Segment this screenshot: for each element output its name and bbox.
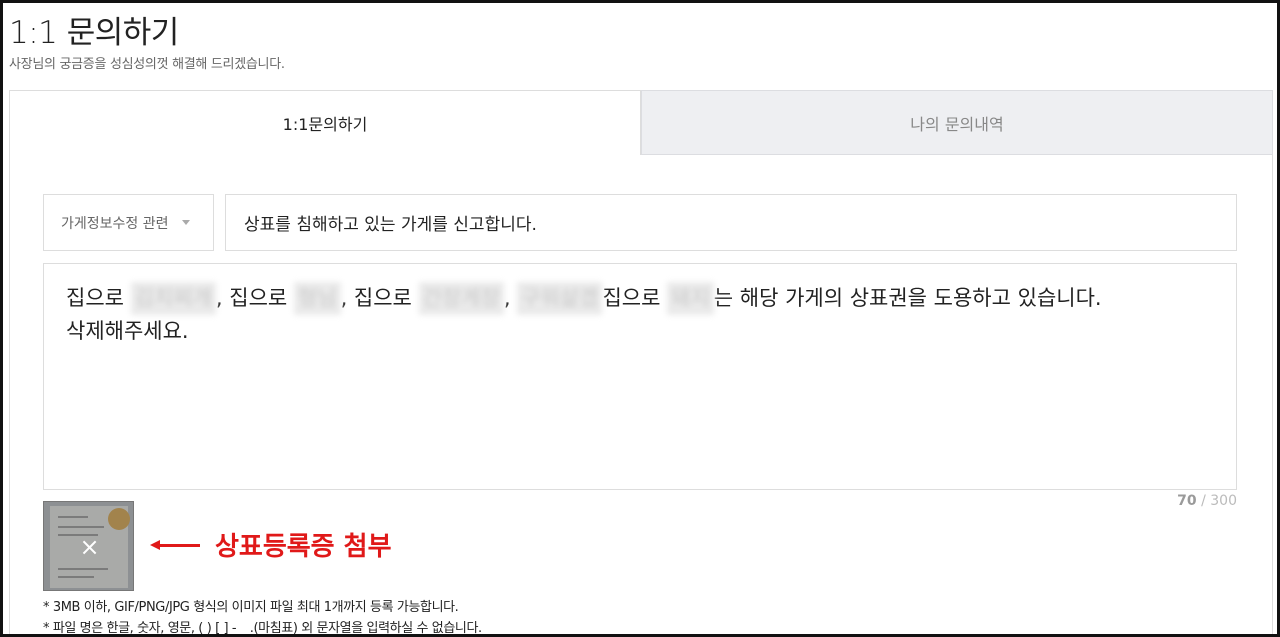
upload-note: * 파일 명은 한글, 숫자, 영문, ( ) [ ] - _ .(마침표) 외…: [43, 621, 482, 636]
body-text: 는 해당 가게의 상표권을 도용하고 있습니다.: [713, 286, 1102, 310]
char-count-max: 300: [1210, 493, 1237, 509]
blurred-store-name: 형님: [293, 282, 341, 315]
attachment-thumbnail[interactable]: ×: [43, 501, 134, 591]
char-count-current: 70: [1177, 493, 1197, 509]
arrow-head: [150, 540, 160, 550]
char-counter: 70 / 300: [1123, 493, 1237, 509]
subject-input-value: 상표를 침해하고 있는 가게를 신고합니다.: [244, 215, 537, 235]
page-subtitle: 사장님의 궁금증을 성심성의껏 해결해 드리겠습니다.: [9, 57, 285, 72]
panel-border-left: [9, 155, 10, 634]
tab-bar: 1:1문의하기 나의 문의내역: [9, 90, 1273, 155]
category-select[interactable]: 가게정보수정 관련: [43, 194, 214, 251]
tab-inquiry[interactable]: 1:1문의하기: [9, 90, 641, 155]
blurred-store-name: 구워삶겠: [517, 282, 603, 315]
body-text: 집으로: [66, 286, 131, 310]
body-line-1: 집으로 김치찌개, 집으로 형님, 집으로 간장게장, 구워삶겠 집으로 돼지 는 …: [66, 282, 1236, 315]
page-title: 1:1 문의하기: [9, 15, 179, 51]
blurred-store-name: 간장게장: [418, 282, 504, 315]
subject-input[interactable]: 상표를 침해하고 있는 가게를 신고합니다.: [225, 194, 1237, 251]
arrow-left-icon: [150, 540, 200, 550]
body-line-2: 삭제해주세요.: [66, 319, 189, 343]
upload-note: * 3MB 이하, GIF/PNG/JPG 형식의 이미지 파일 최대 1개까지…: [43, 600, 459, 615]
inquiry-body-textarea[interactable]: 집으로 김치찌개, 집으로 형님, 집으로 간장게장, 구워삶겠 집으로 돼지 는 …: [43, 263, 1237, 490]
panel-border-right: [1272, 155, 1273, 634]
body-text: , 집으로: [215, 286, 294, 310]
category-select-value: 가게정보수정 관련: [61, 215, 169, 232]
inquiry-page: 1:1 문의하기 사장님의 궁금증을 성심성의껏 해결해 드리겠습니다. 1:1…: [0, 0, 1280, 637]
blurred-store-name: 김치찌개: [130, 282, 216, 315]
arrow-shaft: [158, 544, 200, 547]
char-count-separator: /: [1196, 493, 1211, 509]
blurred-store-name: 돼지: [667, 282, 714, 315]
close-icon[interactable]: ×: [44, 502, 133, 590]
tab-my-inquiries[interactable]: 나의 문의내역: [641, 90, 1273, 155]
body-text: ,: [503, 286, 518, 310]
body-text: , 집으로: [340, 286, 419, 310]
body-text: 집으로: [602, 286, 668, 310]
attachment-annotation: 상표등록증 첨부: [215, 532, 392, 562]
chevron-down-icon: [181, 220, 190, 225]
